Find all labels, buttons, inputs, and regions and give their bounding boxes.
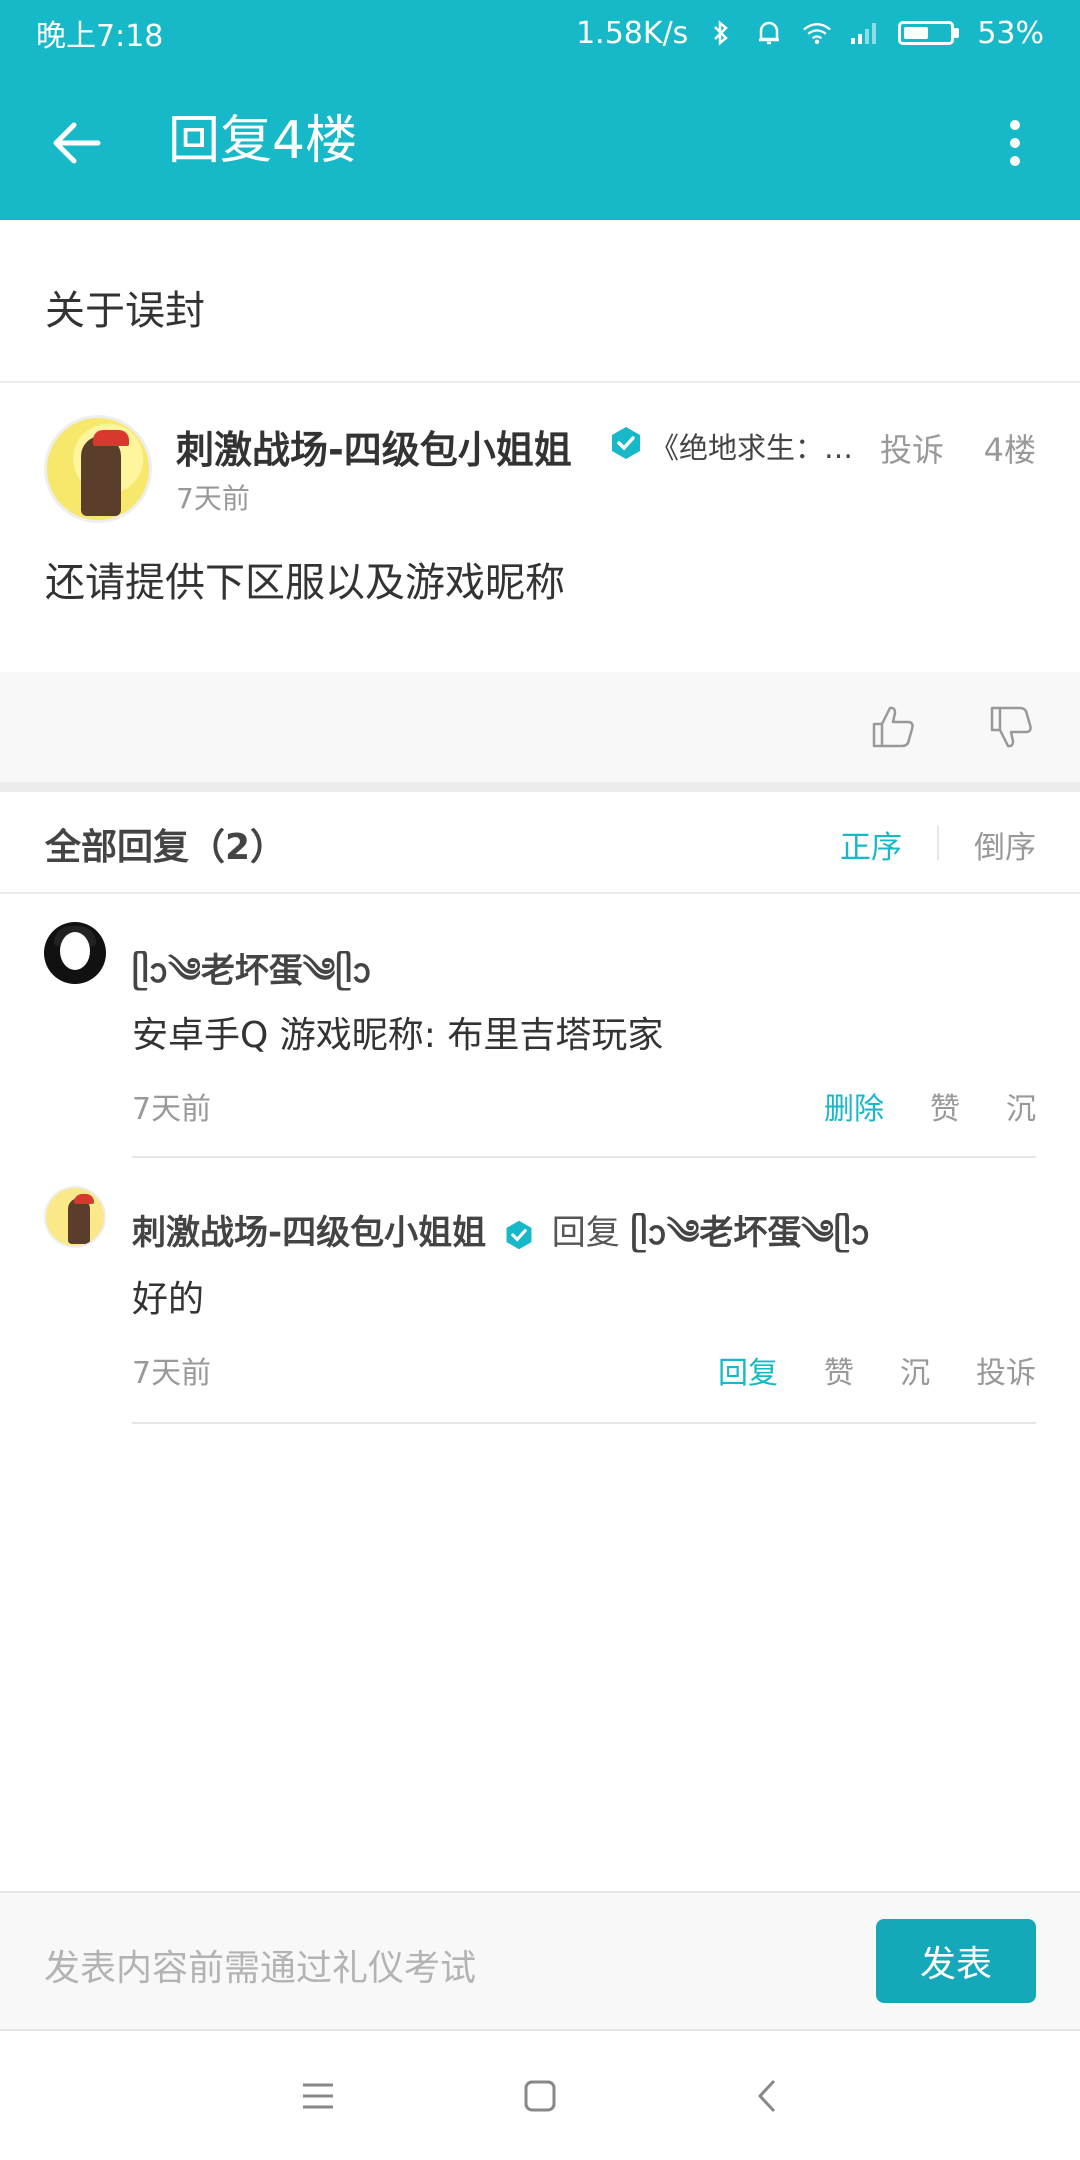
reply-actions: 回复 赞 沉 投诉 [718,1348,1036,1392]
reply-actions: 删除 赞 沉 [824,1084,1036,1128]
reply-divider [132,1422,1036,1424]
home-button[interactable] [515,2071,565,2121]
verified-icon [608,425,644,461]
publish-button[interactable]: 发表 [876,1919,1036,2003]
like-button[interactable] [868,702,918,752]
reply-content: 好的 [132,1279,205,1320]
comment-input[interactable]: 发表内容前需通过礼仪考试 [44,1939,476,1991]
app-bar: 回复4楼 [0,66,1080,220]
post-time: 7天前 [176,482,250,515]
menu-icon [303,2083,333,2109]
network-speed: 1.58K/s [576,15,689,51]
replies-count-label: 全部回复（2） [45,827,287,868]
sort-descending-button[interactable]: 倒序 [974,822,1036,867]
floor-number: 4楼 [983,431,1036,469]
avatar[interactable] [44,1186,106,1248]
page-title: 回复4楼 [168,111,358,171]
reply-time: 7天前 [132,1092,212,1127]
like-button[interactable]: 赞 [824,1348,854,1392]
verified-icon [503,1219,535,1251]
menu-button[interactable] [293,2071,343,2121]
arrow-left-icon [53,122,101,164]
avatar[interactable] [44,415,152,523]
replies-header: 全部回复（2） 正序 倒序 [0,792,1080,894]
more-vertical-icon [1010,120,1020,166]
post-author[interactable]: 刺激战场-四级包小姐姐 [176,419,572,474]
back-nav-button[interactable] [742,2071,792,2121]
reply-to-user[interactable]: ᥫᩣ༄老坏蛋༄ᥫᩣ [631,1213,871,1253]
reply-head: 刺激战场-四级包小姐姐 回复 ᥫᩣ༄老坏蛋༄ᥫᩣ [132,1194,870,1290]
section-divider [0,782,1080,792]
reply-to-label: 回复 [551,1213,620,1253]
report-button[interactable]: 投诉 [880,425,944,471]
thumbs-up-icon [872,706,914,748]
system-nav-bar [0,2031,1080,2160]
reply-author[interactable]: 刺激战场-四级包小姐姐 [132,1213,486,1253]
home-icon [524,2080,556,2112]
battery-icon [898,21,960,45]
floor-post: 刺激战场-四级包小姐姐 《绝地求生：刺激战场》 投诉 4楼 7天前 还请提供下区… [0,385,1080,671]
sort-ascending-button[interactable]: 正序 [840,822,902,867]
reply-author[interactable]: ᥫᩣ༄老坏蛋༄ᥫᩣ [132,951,372,991]
bluetooth-icon [706,18,736,48]
report-button[interactable]: 投诉 [976,1348,1036,1392]
reply-item: ᥫᩣ༄老坏蛋༄ᥫᩣ 安卓手Q 游戏昵称: 布里吉塔玩家 7天前 删除 赞 沉 [0,894,1080,1158]
status-bar: 晚上7:18 1.58K/s 53% [0,0,1080,66]
reply-item: 刺激战场-四级包小姐姐 回复 ᥫᩣ༄老坏蛋༄ᥫᩣ 好的 7天前 回复 赞 沉 投… [0,1158,1080,1424]
more-button[interactable] [990,110,1040,176]
back-button[interactable] [44,110,110,176]
signal-icon [850,18,880,48]
reply-content: 安卓手Q 游戏昵称: 布里吉塔玩家 [132,1015,664,1056]
post-content: 还请提供下区服以及游戏昵称 [45,560,565,606]
chevron-left-icon [757,2079,776,2113]
comment-composer: 发表内容前需通过礼仪考试 发表 [0,1891,1080,2031]
status-time: 晚上7:18 [36,19,164,54]
like-button[interactable]: 赞 [930,1084,960,1128]
sort-divider [937,826,939,860]
battery-percent: 53% [977,15,1044,51]
game-tag[interactable]: 《绝地求生：刺激战场》 [650,425,880,467]
dislike-button[interactable] [986,702,1036,752]
thumbs-down-icon [990,706,1032,748]
reply-button[interactable]: 回复 [718,1348,778,1392]
sink-button[interactable]: 沉 [900,1348,930,1392]
thread-subject: 关于误封 [0,220,1080,383]
delete-button[interactable]: 删除 [824,1084,884,1128]
alarm-icon [754,18,784,48]
wifi-icon [802,18,832,48]
sink-button[interactable]: 沉 [1006,1084,1036,1128]
avatar[interactable] [44,922,106,984]
vote-bar [0,672,1080,782]
reply-time: 7天前 [132,1356,212,1391]
